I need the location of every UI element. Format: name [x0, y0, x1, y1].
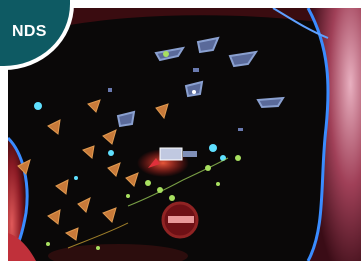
nebula-right — [308, 8, 361, 261]
game-screen[interactable] — [8, 8, 361, 261]
badge-label: NDS — [12, 23, 47, 40]
nebula-bottom-left — [8, 233, 36, 261]
nebula-glow-bottom — [48, 244, 188, 261]
enemy-ship-icon — [116, 36, 285, 128]
battle-map[interactable] — [8, 8, 361, 261]
